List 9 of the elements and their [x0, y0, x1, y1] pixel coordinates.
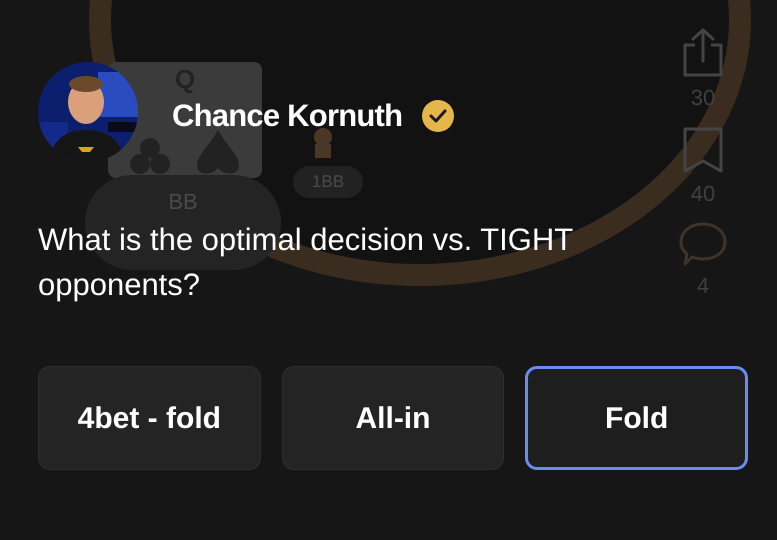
chip-stack-icon	[311, 128, 335, 158]
answer-button[interactable]: Fold	[525, 366, 748, 470]
question-text: What is the optimal decision vs. TIGHT opponents?	[38, 221, 574, 304]
bookmark-icon[interactable]	[681, 125, 725, 175]
share-icon[interactable]	[681, 27, 725, 79]
comment-icon[interactable]	[678, 221, 728, 267]
answer-button[interactable]: 4bet - fold	[38, 366, 261, 470]
answer-button[interactable]: All-in	[282, 366, 504, 470]
author-name: Chance Kornuth	[172, 97, 402, 135]
